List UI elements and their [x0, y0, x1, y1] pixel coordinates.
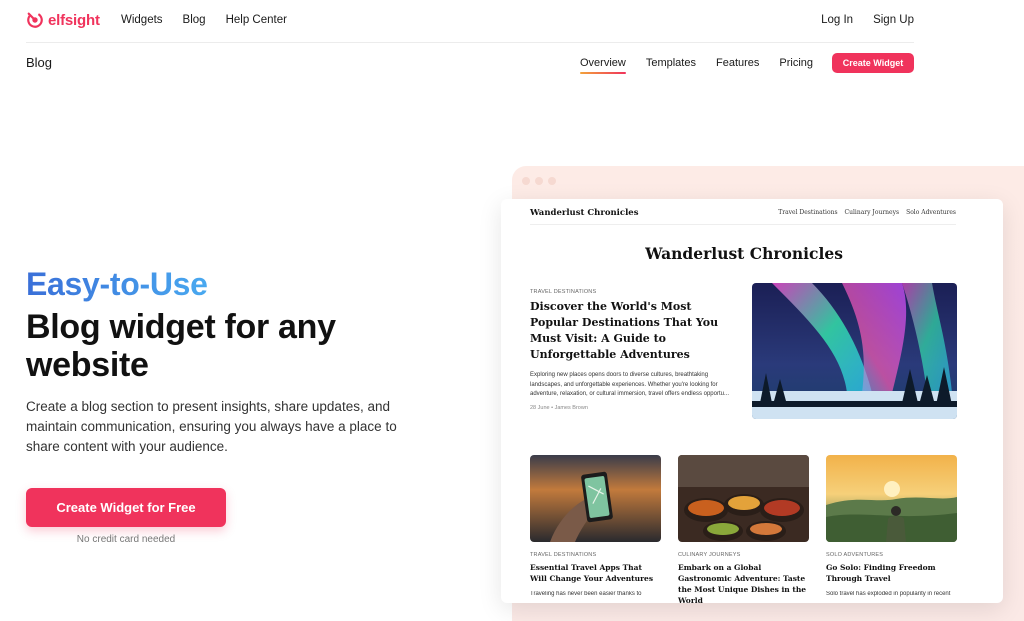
post-card[interactable]: CULINARY JOURNEYS Embark on a Global Gas… — [678, 455, 809, 603]
featured-title[interactable]: Discover the World's Most Popular Destin… — [530, 299, 740, 363]
post-card[interactable]: TRAVEL DESTINATIONS Essential Travel App… — [530, 455, 661, 597]
window-dot-icon — [548, 177, 556, 185]
post-card[interactable]: SOLO ADVENTURES Go Solo: Finding Freedom… — [826, 455, 957, 597]
subnav-overview[interactable]: Overview — [580, 57, 626, 74]
preview-nav-item[interactable]: Culinary Journeys — [845, 209, 900, 216]
subnav-features[interactable]: Features — [716, 57, 759, 69]
preview-nav: Travel Destinations Culinary Journeys So… — [778, 209, 956, 216]
post-title[interactable]: Go Solo: Finding Freedom Through Travel — [826, 562, 957, 584]
subnav-pricing[interactable]: Pricing — [779, 57, 813, 69]
aurora-image[interactable] — [752, 283, 957, 419]
post-excerpt: Solo travel has exploded in popularity i… — [826, 591, 951, 597]
featured-meta: 28 June • James Brown — [530, 405, 588, 411]
featured-excerpt: Exploring new places opens doors to dive… — [530, 372, 729, 397]
create-widget-button[interactable]: Create Widget — [832, 53, 914, 73]
nav-blog[interactable]: Blog — [183, 14, 206, 26]
preview-nav-item[interactable]: Travel Destinations — [778, 209, 837, 216]
featured-author: James Brown — [554, 405, 588, 411]
signup-link[interactable]: Sign Up — [873, 14, 914, 26]
preview-divider — [530, 224, 956, 225]
preview-nav-item[interactable]: Solo Adventures — [906, 209, 956, 216]
divider — [26, 42, 914, 43]
mountain-sunset-illustration — [826, 455, 957, 542]
food-bowls-illustration — [678, 455, 809, 542]
create-widget-free-button[interactable]: Create Widget for Free — [26, 488, 226, 527]
featured-date: 28 June — [530, 405, 550, 411]
post-category: TRAVEL DESTINATIONS — [530, 552, 597, 558]
subnav-templates[interactable]: Templates — [646, 57, 696, 69]
auth-links: Log In Sign Up — [821, 14, 914, 26]
preview-site-name: Wanderlust Chronicles — [530, 208, 639, 218]
top-navigation: elfsight Widgets Blog Help Center Log In… — [0, 0, 1024, 43]
aurora-illustration — [752, 283, 957, 419]
main-nav: Widgets Blog Help Center — [121, 14, 287, 26]
solo-traveler-image — [826, 455, 957, 542]
blog-preview-card: Wanderlust Chronicles Travel Destination… — [501, 199, 1003, 603]
nav-widgets[interactable]: Widgets — [121, 14, 163, 26]
brand-name: elfsight — [48, 11, 100, 29]
post-title[interactable]: Essential Travel Apps That Will Change Y… — [530, 562, 661, 584]
elfsight-logo-icon — [27, 12, 43, 28]
phone-map-illustration — [530, 455, 661, 542]
nav-help-center[interactable]: Help Center — [226, 14, 287, 26]
window-dot-icon — [522, 177, 530, 185]
hero-description: Create a blog section to present insight… — [26, 399, 397, 454]
login-link[interactable]: Log In — [821, 14, 853, 26]
no-credit-card-note: No credit card needed — [76, 534, 176, 545]
post-title[interactable]: Embark on a Global Gastronomic Adventure… — [678, 562, 809, 603]
preview-heading: Wanderlust Chronicles — [645, 244, 843, 263]
travel-app-image — [530, 455, 661, 542]
post-category: CULINARY JOURNEYS — [678, 552, 741, 558]
post-category: SOLO ADVENTURES — [826, 552, 884, 558]
hero-eyebrow: Easy-to-Use — [26, 266, 208, 302]
subnav-links: Overview Templates Features Pricing — [580, 57, 813, 74]
elfsight-logo[interactable]: elfsight — [26, 11, 100, 29]
food-image — [678, 455, 809, 542]
subnav-title[interactable]: Blog — [26, 55, 52, 70]
hero-title: Blog widget for any website — [26, 308, 336, 384]
featured-category: TRAVEL DESTINATIONS — [530, 289, 597, 295]
post-excerpt: Traveling has never been easier thanks t… — [530, 591, 642, 597]
window-dot-icon — [535, 177, 543, 185]
